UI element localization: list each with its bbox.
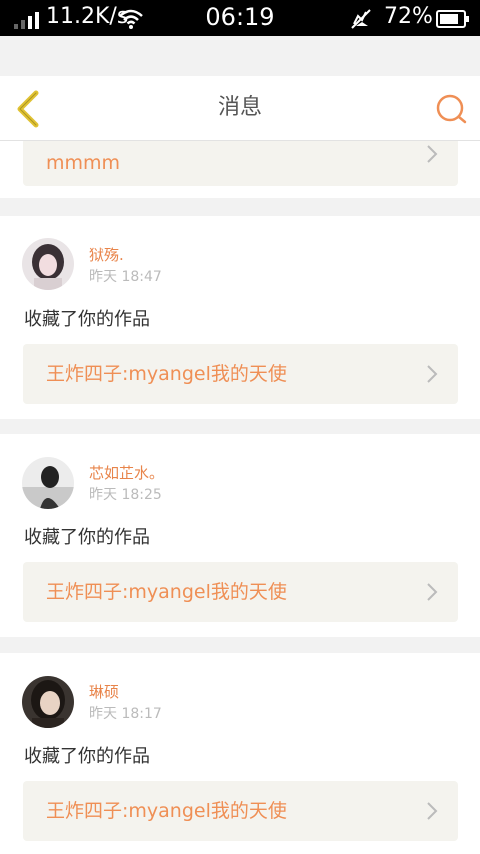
action-text: 收藏了你的作品 (24, 746, 150, 767)
page-title: 消息 (217, 95, 262, 120)
chevron-right-icon (427, 583, 438, 601)
chevron-right-icon (427, 365, 438, 383)
avatar[interactable] (22, 238, 74, 290)
chevron-right-icon (427, 145, 438, 163)
user-name[interactable]: 芯如芷水。 (89, 462, 164, 483)
user-name[interactable]: 狱殇. (89, 244, 124, 265)
work-title: 王炸四子:myangel我的天使 (46, 581, 287, 603)
timestamp: 昨天 18:17 (89, 706, 162, 722)
user-name[interactable]: 琳硕 (89, 681, 119, 702)
search-icon[interactable] (434, 92, 468, 126)
message-card: 琳硕 昨天 18:17 收藏了你的作品 王炸四子:myangel我的天使 (0, 653, 480, 854)
timestamp: 昨天 18:25 (89, 487, 162, 503)
avatar-image (22, 238, 74, 290)
nav-bar: 消息 (0, 76, 480, 141)
battery-percent: 72% (384, 4, 433, 29)
action-text: 收藏了你的作品 (24, 309, 150, 330)
action-text: 收藏了你的作品 (24, 527, 150, 548)
work-link[interactable]: 王炸四子:myangel我的天使 (23, 562, 458, 622)
mute-icon (351, 9, 371, 29)
work-title: 王炸四子:myangel我的天使 (46, 800, 287, 822)
message-card: 狱殇. 昨天 18:47 收藏了你的作品 王炸四子:myangel我的天使 (0, 216, 480, 419)
battery-icon (436, 10, 469, 28)
work-link[interactable]: 王炸四子:myangel我的天使 (23, 344, 458, 404)
work-title: mmmm (46, 152, 121, 174)
avatar-image (22, 676, 74, 728)
work-title: 王炸四子:myangel我的天使 (46, 363, 287, 385)
message-card-partial: mmmm (0, 140, 480, 198)
top-spacer (0, 36, 480, 76)
message-card: 芯如芷水。 昨天 18:25 收藏了你的作品 王炸四子:myangel我的天使 (0, 434, 480, 637)
chevron-right-icon (427, 802, 438, 820)
work-link[interactable]: mmmm (23, 140, 458, 186)
avatar[interactable] (22, 676, 74, 728)
work-link[interactable]: 王炸四子:myangel我的天使 (23, 781, 458, 841)
avatar-image (22, 457, 74, 509)
timestamp: 昨天 18:47 (89, 269, 162, 285)
status-bar: 11.2K/s 06:19 72% (0, 0, 480, 36)
avatar[interactable] (22, 457, 74, 509)
